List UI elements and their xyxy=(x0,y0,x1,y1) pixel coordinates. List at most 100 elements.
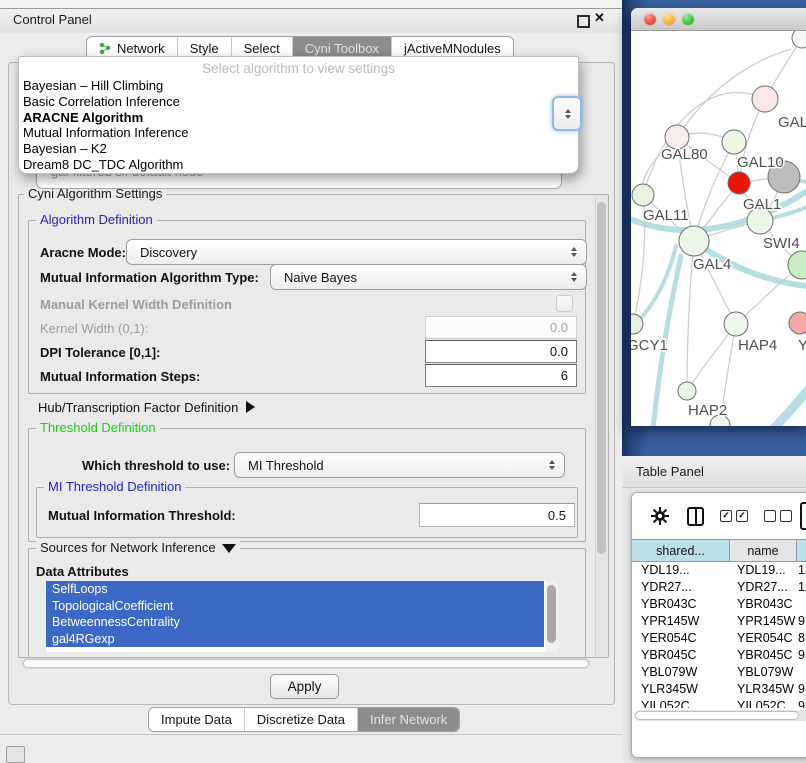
minimized-panel-icon[interactable] xyxy=(6,746,25,763)
network-canvas[interactable]: GALGAL80GAL10GAL1SWI4GAL11GAL4GCY1HAP4YH… xyxy=(631,31,806,426)
sources-group-title: Sources for Network Inference xyxy=(40,540,216,555)
tab-label: Cyni Toolbox xyxy=(305,41,379,56)
algorithm-definition-title: Algorithm Definition xyxy=(36,213,157,227)
gear-icon[interactable] xyxy=(650,506,670,526)
dpi-tolerance-field[interactable]: 0.0 xyxy=(425,340,577,363)
table-row[interactable]: YPR145WYPR145W9. xyxy=(632,613,806,630)
network-edge xyxy=(753,376,806,426)
kernel-width-field[interactable]: 0.0 xyxy=(425,316,577,339)
unchecked-box-icon xyxy=(780,510,792,522)
algorithm-option[interactable]: Mutual Information Inference xyxy=(19,125,578,141)
tab-infer-network[interactable]: Infer Network xyxy=(358,708,459,731)
red-node[interactable] xyxy=(728,172,750,194)
node-label-gal: GAL xyxy=(778,114,806,131)
aracne-mode-combobox[interactable]: Discovery xyxy=(126,239,587,265)
tab-discretize-data[interactable]: Discretize Data xyxy=(245,708,358,731)
table-horizontal-scrollbar[interactable] xyxy=(634,710,806,721)
algorithm-option[interactable]: Dream8 DC_TDC Algorithm xyxy=(19,157,578,173)
mi-threshold-field[interactable]: 0.5 xyxy=(419,503,575,527)
gal4-node[interactable] xyxy=(679,226,709,256)
export-table-icon[interactable] xyxy=(800,502,806,530)
float-panel-icon[interactable] xyxy=(577,15,590,28)
mi-type-combobox[interactable]: Naive Bayes xyxy=(270,264,587,290)
hap4-node[interactable] xyxy=(724,312,748,336)
sources-group-toggle[interactable]: Sources for Network Inference xyxy=(36,541,240,555)
table-row[interactable]: YIL052CYIL052C9. xyxy=(632,698,806,708)
manual-kernel-checkbox[interactable] xyxy=(556,295,573,312)
table-cell: YER054C xyxy=(729,630,795,647)
attribute-list-item[interactable]: BetweennessCentrality xyxy=(46,614,544,631)
attribute-list-item[interactable]: gal4RGexp xyxy=(46,631,544,648)
data-attributes-list[interactable]: SelfLoopsTopologicalCoefficientBetweenne… xyxy=(46,581,558,652)
table-cell: 8. xyxy=(795,630,806,647)
scrollbar-thumb[interactable] xyxy=(635,711,799,720)
scrollbar-thumb[interactable] xyxy=(23,659,589,668)
table-toolbar: ✓ ✓ xyxy=(632,493,806,539)
table-cell: YBR043C xyxy=(729,596,795,613)
manual-kernel-label: Manual Kernel Width Definition xyxy=(40,297,232,312)
algorithm-option[interactable]: Bayesian – Hill Climbing xyxy=(19,78,578,94)
table-row[interactable]: YBR045CYBR045C9. xyxy=(632,647,806,664)
network-view-window[interactable]: GALGAL80GAL10GAL1SWI4GAL11GAL4GCY1HAP4YH… xyxy=(631,8,806,426)
scrollbar-thumb[interactable] xyxy=(547,585,556,643)
table-row[interactable]: YER054CYER054C8. xyxy=(632,630,806,647)
which-threshold-combobox[interactable]: MI Threshold xyxy=(234,452,565,478)
collapsed-arrow-icon xyxy=(246,401,255,413)
gal-pink-node[interactable] xyxy=(752,86,778,112)
table-row[interactable]: YDR27...YDR27...12 xyxy=(632,579,806,596)
apply-button[interactable]: Apply xyxy=(270,674,339,699)
hub-definition-label: Hub/Transcription Factor Definition xyxy=(38,400,238,415)
table-cell: YDL19... xyxy=(632,562,729,579)
node-label-gal1: GAL1 xyxy=(743,196,781,213)
mi-threshold-value: 0.5 xyxy=(548,508,566,523)
algorithm-option[interactable]: Bayesian – K2 xyxy=(19,141,578,157)
minimize-traffic-light[interactable] xyxy=(663,13,675,25)
mi-steps-field[interactable]: 6 xyxy=(425,364,577,387)
tab-impute-data[interactable]: Impute Data xyxy=(149,708,245,731)
attribute-list-item[interactable]: SelfLoops xyxy=(46,581,544,598)
zoom-traffic-light[interactable] xyxy=(682,13,694,25)
column-header[interactable] xyxy=(797,540,806,561)
scrollbar-thumb[interactable] xyxy=(597,202,606,554)
table-row[interactable]: YLR345WYLR345W9. xyxy=(632,681,806,698)
panel-title: Control Panel xyxy=(13,12,92,27)
tab-label: jActiveMNodules xyxy=(404,41,501,56)
column-header[interactable]: name xyxy=(730,540,797,561)
table-row[interactable]: YBR043CYBR043C xyxy=(632,596,806,613)
select-all-columns-icon[interactable]: ✓ ✓ xyxy=(720,510,748,522)
control-panel-titlebar xyxy=(0,8,622,33)
table-cell: YPR145W xyxy=(632,613,729,630)
column-header[interactable]: shared... xyxy=(632,540,730,561)
list-scrollbar[interactable] xyxy=(545,581,558,652)
combo-arrows-icon xyxy=(571,247,577,257)
settings-horizontal-scrollbar[interactable] xyxy=(22,658,590,669)
attribute-list-item[interactable]: TopologicalCoefficient xyxy=(46,598,544,615)
tab-label: Infer Network xyxy=(370,712,447,727)
tab-label: Network xyxy=(117,41,165,56)
show-columns-icon[interactable] xyxy=(687,507,704,526)
gal10-node[interactable] xyxy=(722,130,746,154)
hap2-node[interactable] xyxy=(678,382,696,400)
table-cell xyxy=(795,664,806,681)
network-window-titlebar[interactable] xyxy=(631,8,806,31)
table-cell: 13 xyxy=(795,562,806,579)
settings-vertical-scrollbar[interactable] xyxy=(595,197,608,656)
close-traffic-light[interactable] xyxy=(644,13,656,25)
table-row[interactable]: YDL19...YDL19...13 xyxy=(632,562,806,579)
kernel-width-value: 0.0 xyxy=(550,320,568,335)
partial-top-node[interactable] xyxy=(792,31,806,48)
algorithm-combobox-arrow[interactable] xyxy=(552,96,582,131)
node-label-gal10: GAL10 xyxy=(737,154,784,171)
pink-right-node[interactable] xyxy=(789,312,806,334)
hub-definition-toggle[interactable]: Hub/Transcription Factor Definition xyxy=(38,400,255,415)
tab-label: Select xyxy=(244,41,280,56)
algorithm-option[interactable]: Basic Correlation Inference xyxy=(19,94,578,110)
aracne-mode-label: Aracne Mode: xyxy=(40,245,126,260)
gal11-node[interactable] xyxy=(632,184,654,206)
close-icon[interactable]: ✕ xyxy=(594,10,605,26)
table-row[interactable]: YBL079WYBL079W xyxy=(632,664,806,681)
algorithm-option[interactable]: ARACNE Algorithm xyxy=(19,110,578,126)
table-panel-title: Table Panel xyxy=(636,464,704,479)
unselect-all-columns-icon[interactable] xyxy=(764,510,792,522)
network-icon xyxy=(99,42,112,55)
